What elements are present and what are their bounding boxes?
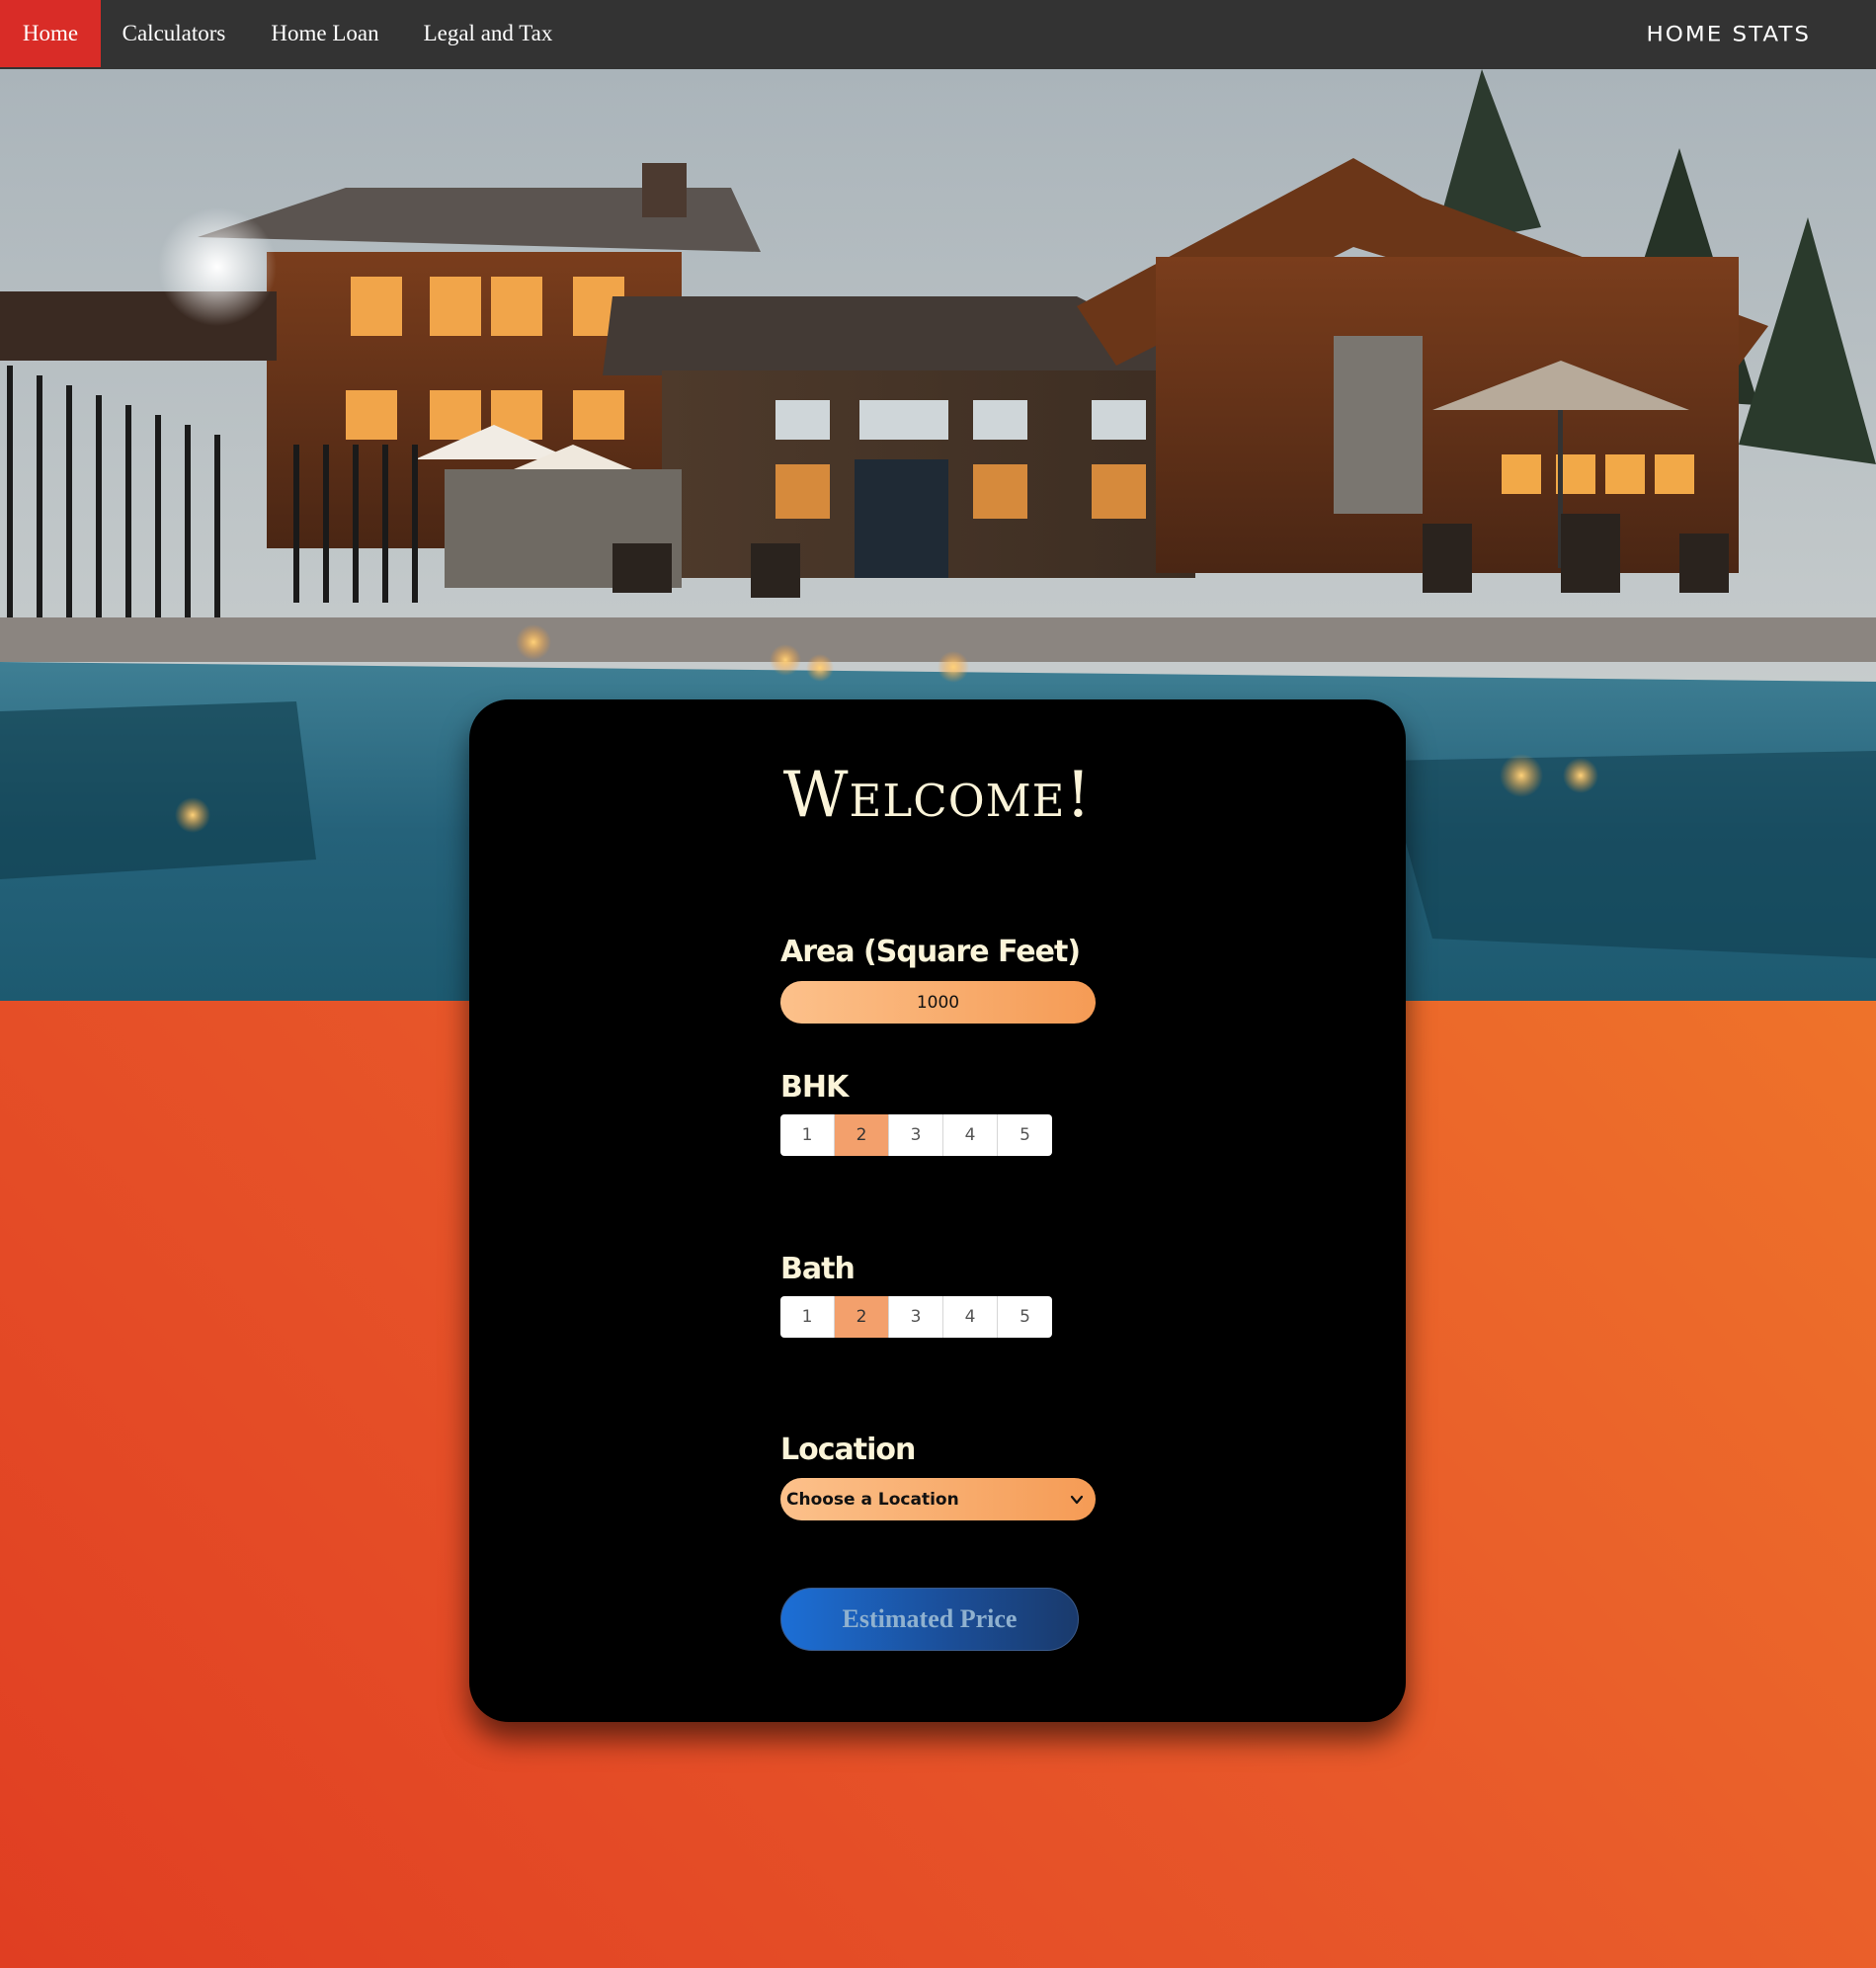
area-label: Area (Square Feet) [780, 935, 1081, 969]
bhk-option-3[interactable]: 3 [889, 1114, 943, 1156]
location-label: Location [780, 1433, 916, 1467]
price-estimator-card: Welcome! Area (Square Feet) BHK 1 2 3 4 … [469, 699, 1406, 1722]
bath-option-1[interactable]: 1 [780, 1296, 835, 1338]
bath-label: Bath [780, 1252, 856, 1286]
location-select[interactable]: Choose a Location [780, 1478, 1096, 1520]
bhk-option-5[interactable]: 5 [998, 1114, 1052, 1156]
bhk-option-4[interactable]: 4 [943, 1114, 998, 1156]
bath-selector: 1 2 3 4 5 [780, 1296, 1052, 1338]
bhk-selector: 1 2 3 4 5 [780, 1114, 1052, 1156]
bhk-label: BHK [780, 1070, 849, 1105]
bath-option-4[interactable]: 4 [943, 1296, 998, 1338]
bath-option-2[interactable]: 2 [835, 1296, 889, 1338]
top-navbar: Home Calculators Home Loan Legal and Tax… [0, 0, 1876, 69]
bhk-option-1[interactable]: 1 [780, 1114, 835, 1156]
area-input[interactable] [780, 981, 1096, 1024]
bhk-option-2[interactable]: 2 [835, 1114, 889, 1156]
estimated-price-button[interactable]: Estimated Price [780, 1588, 1079, 1651]
nav-home-loan[interactable]: Home Loan [247, 0, 403, 67]
bath-option-3[interactable]: 3 [889, 1296, 943, 1338]
chevron-down-icon [1070, 1495, 1084, 1504]
location-select-value: Choose a Location [786, 1489, 959, 1510]
nav-legal-and-tax[interactable]: Legal and Tax [403, 0, 573, 67]
nav-calculators[interactable]: Calculators [101, 0, 247, 67]
brand-logo[interactable]: HOME STATS [1646, 3, 1811, 66]
nav-home[interactable]: Home [0, 0, 101, 67]
bath-option-5[interactable]: 5 [998, 1296, 1052, 1338]
welcome-title: Welcome! [782, 759, 1093, 832]
